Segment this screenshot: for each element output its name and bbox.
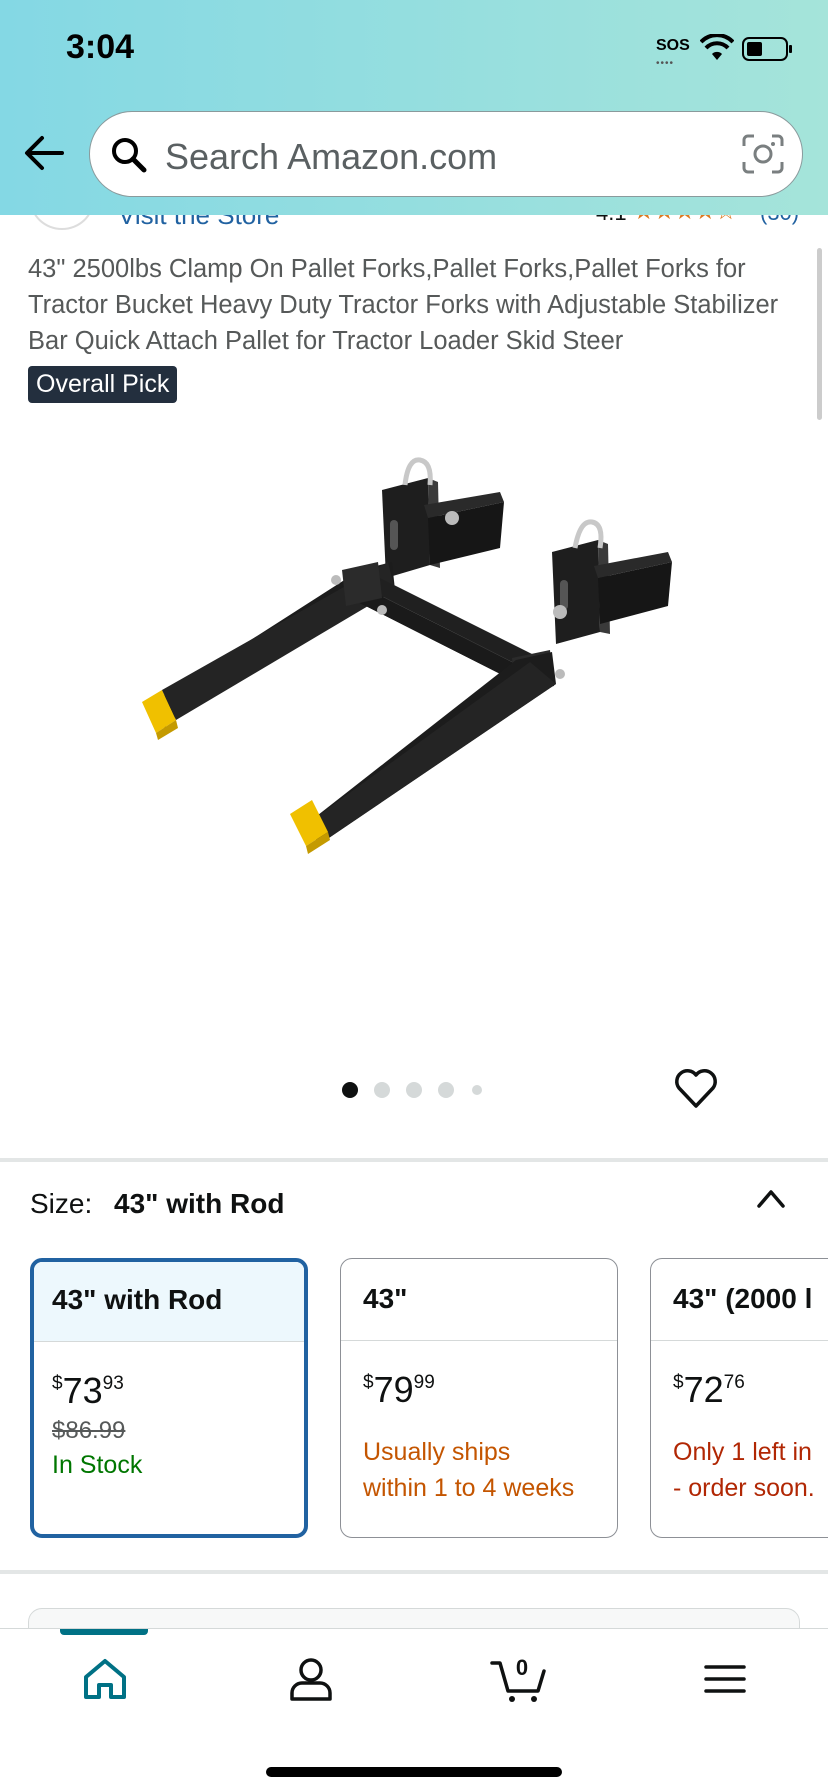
section-divider [0, 1570, 828, 1574]
back-arrow-icon[interactable] [22, 133, 68, 173]
list-price: $86.99 [52, 1417, 126, 1444]
carousel-dot-2[interactable] [374, 1082, 390, 1098]
menu-icon[interactable] [700, 1655, 750, 1703]
home-indicator[interactable] [266, 1767, 562, 1777]
heart-icon[interactable] [674, 1068, 718, 1110]
size-option-name: 43" with Rod [34, 1262, 304, 1342]
scrollbar[interactable] [817, 248, 822, 420]
carousel-dot-5[interactable] [472, 1085, 482, 1095]
size-option-price: $7276 [673, 1369, 745, 1410]
cart-icon[interactable]: 0 [490, 1655, 548, 1703]
overall-pick-badge: Overall Pick [28, 366, 178, 403]
bottom-navigation: 0 [0, 1628, 828, 1792]
signal-dots: •••• [656, 58, 675, 69]
carousel-dot-4[interactable] [438, 1082, 454, 1098]
size-option-name: 43" [341, 1259, 617, 1341]
availability-text: Usually ships within 1 to 4 weeks [363, 1438, 575, 1502]
search-icon [112, 138, 147, 173]
availability-text: Only 1 left in - order soon. [673, 1438, 815, 1502]
app-header: 3:04 SOS •••• Search Amazon.com [0, 0, 828, 215]
size-option-card[interactable]: 43" (2000 l $7276 Only 1 left in - order … [650, 1258, 828, 1538]
image-carousel-dots[interactable] [342, 1080, 492, 1100]
size-option-price: $7393 [52, 1370, 124, 1411]
size-selector-header[interactable]: Size: 43" with Rod [30, 1188, 284, 1220]
wifi-icon [700, 34, 734, 60]
active-tab-indicator [60, 1629, 148, 1635]
chevron-up-icon[interactable] [755, 1186, 787, 1210]
carousel-dot-1[interactable] [342, 1082, 358, 1098]
size-option-price: $7999 [363, 1369, 435, 1410]
camera-search-icon[interactable] [740, 132, 786, 176]
availability-text: In Stock [52, 1451, 143, 1479]
carousel-dot-3[interactable] [406, 1082, 422, 1098]
sos-indicator: SOS [656, 37, 690, 54]
home-icon[interactable] [80, 1655, 130, 1703]
account-icon[interactable] [286, 1655, 336, 1703]
search-input[interactable]: Search Amazon.com [165, 136, 497, 178]
product-image[interactable] [120, 440, 720, 980]
size-option-card[interactable]: 43" with Rod $7393 $86.99 In Stock [30, 1258, 308, 1538]
cart-count: 0 [516, 1655, 528, 1680]
search-bar[interactable]: Search Amazon.com [89, 111, 803, 197]
size-selected-value: 43" with Rod [114, 1188, 285, 1219]
section-divider [0, 1158, 828, 1162]
battery-icon [742, 37, 792, 61]
status-time: 3:04 [66, 28, 135, 66]
size-label: Size: [30, 1188, 93, 1219]
size-option-card[interactable]: 43" $7999 Usually ships within 1 to 4 wee… [340, 1258, 618, 1538]
size-option-name: 43" (2000 l [651, 1259, 828, 1341]
product-title: 43" 2500lbs Clamp On Pallet Forks,Pallet… [28, 255, 779, 355]
